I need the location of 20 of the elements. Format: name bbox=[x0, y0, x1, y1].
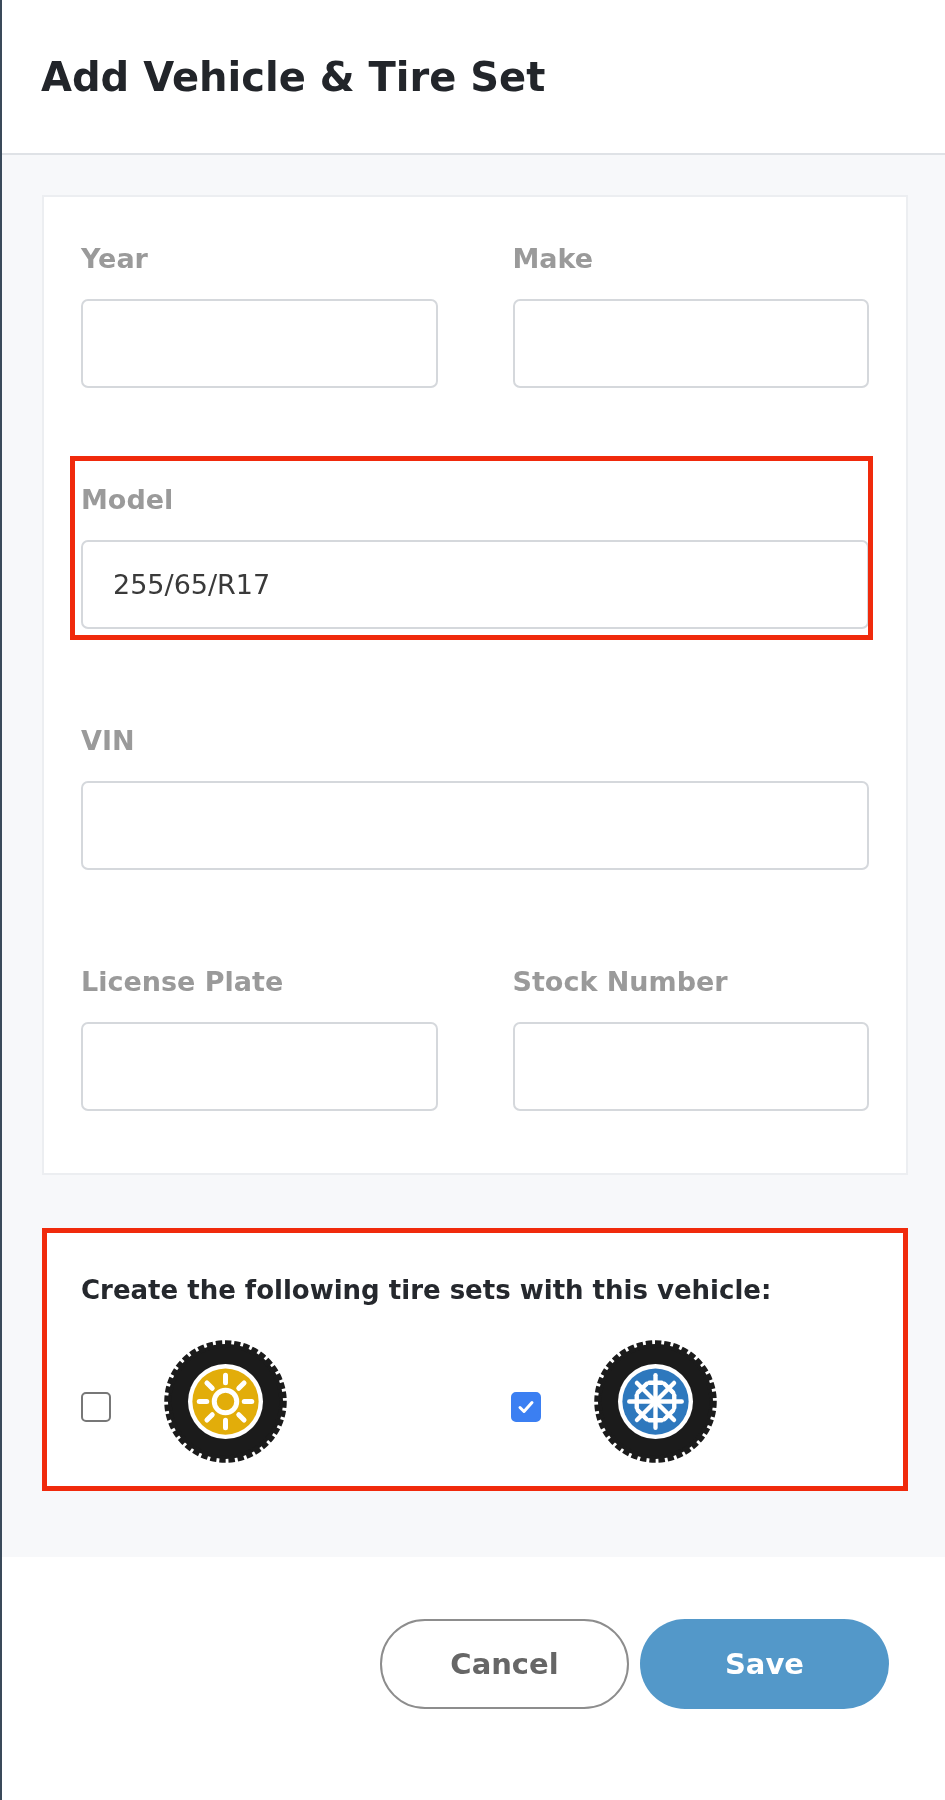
input-field[interactable] bbox=[512, 299, 869, 388]
section-heading: Create the following tire sets with this vehicle: bbox=[81, 1275, 773, 1305]
dialog-title: Add Vehicle & Tire Set bbox=[41, 53, 546, 100]
field-label: Model bbox=[81, 483, 175, 517]
field-label: VIN bbox=[81, 724, 136, 758]
input-field[interactable]: 255/65/R17 bbox=[81, 540, 869, 629]
save-button[interactable]: Save bbox=[640, 1619, 889, 1709]
cancel-button[interactable]: Cancel bbox=[380, 1619, 629, 1709]
input-field[interactable] bbox=[512, 1022, 869, 1111]
input-field[interactable] bbox=[81, 781, 869, 870]
checkbox[interactable] bbox=[81, 1391, 111, 1422]
field-label: Make bbox=[512, 242, 595, 276]
field-label: Stock Number bbox=[512, 965, 729, 999]
input-field[interactable] bbox=[81, 1022, 438, 1111]
field-label: License Plate bbox=[81, 965, 285, 999]
checkbox[interactable] bbox=[511, 1391, 541, 1422]
field-label: Year bbox=[81, 242, 149, 276]
input-field[interactable] bbox=[81, 299, 438, 388]
sun-tire-icon bbox=[163, 1339, 288, 1464]
snowflake-tire-icon bbox=[593, 1339, 718, 1464]
